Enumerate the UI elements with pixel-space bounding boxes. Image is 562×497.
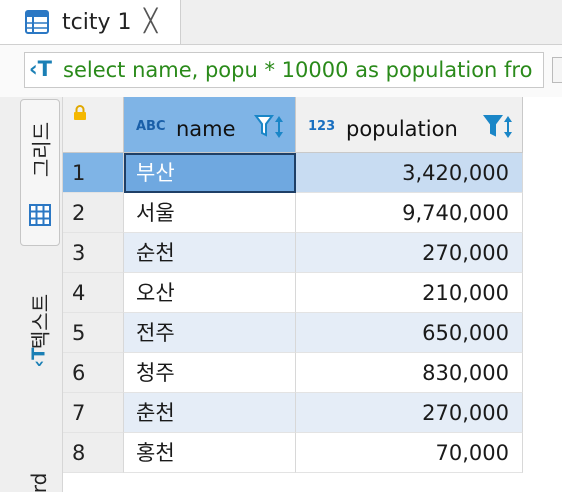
cell-population[interactable]: 270,000 [296, 233, 523, 273]
row-number[interactable]: 8 [63, 433, 124, 473]
row-number[interactable]: 3 [63, 233, 124, 273]
table-row[interactable]: 5 전주 650,000 [63, 313, 562, 353]
cell-population[interactable]: 9,740,000 [296, 193, 523, 233]
column-header-name[interactable]: ABC name [124, 97, 296, 153]
cell-population[interactable]: 650,000 [296, 313, 523, 353]
row-number-header[interactable] [63, 97, 124, 153]
editor-tab-bar: tcity 1 ╳ [0, 0, 562, 45]
tab-record[interactable]: rd [20, 457, 58, 497]
table-icon [25, 10, 49, 34]
result-view-switcher: 그리드 텍스트 ‹T rd [0, 97, 63, 493]
column-header-population[interactable]: 123 population [296, 97, 523, 153]
cell-name[interactable]: 청주 [124, 353, 296, 393]
tab-record-label: rd [27, 472, 51, 494]
cell-name[interactable]: 춘천 [124, 393, 296, 433]
grid-icon [29, 204, 51, 226]
cell-name[interactable]: 전주 [124, 313, 296, 353]
row-number[interactable]: 1 [63, 153, 124, 193]
column-title-population: population [346, 117, 458, 141]
query-text-field[interactable]: ‹T select name, popu * 10000 as populati… [24, 52, 544, 88]
close-icon[interactable]: ╳ [144, 9, 157, 35]
query-bar: ‹T select name, popu * 10000 as populati… [0, 45, 562, 98]
lock-icon [74, 105, 86, 120]
tab-grid[interactable]: 그리드 [20, 99, 60, 246]
row-number[interactable]: 2 [63, 193, 124, 233]
cell-name[interactable]: 홍천 [124, 433, 296, 473]
sql-text-icon: ‹T [29, 57, 52, 81]
expand-query-button[interactable] [552, 57, 562, 83]
table-row[interactable]: 1 부산 3,420,000 [63, 153, 562, 193]
filter-sort-icon[interactable] [254, 113, 286, 141]
filter-sort-icon[interactable] [483, 113, 515, 141]
table-row[interactable]: 7 춘천 270,000 [63, 393, 562, 433]
cell-name[interactable]: 순천 [124, 233, 296, 273]
table-row[interactable]: 8 홍천 70,000 [63, 433, 562, 473]
row-number[interactable]: 6 [63, 353, 124, 393]
tab-tcity[interactable]: tcity 1 ╳ [0, 0, 181, 44]
cell-population[interactable]: 3,420,000 [296, 153, 523, 193]
table-row[interactable]: 6 청주 830,000 [63, 353, 562, 393]
text-icon: ‹T [28, 347, 50, 368]
cell-population[interactable]: 830,000 [296, 353, 523, 393]
tab-text[interactable]: 텍스트 ‹T [20, 259, 58, 399]
row-number[interactable]: 4 [63, 273, 124, 313]
table-row[interactable]: 4 오산 210,000 [63, 273, 562, 313]
cell-name[interactable]: 서울 [124, 193, 296, 233]
row-number[interactable]: 7 [63, 393, 124, 433]
cell-name[interactable]: 부산 [124, 153, 296, 193]
string-type-icon: ABC [136, 119, 166, 134]
cell-name[interactable]: 오산 [124, 273, 296, 313]
results-grid: ABC name 123 population 1 부산 3,420,000 2… [63, 97, 562, 492]
query-text: select name, popu * 10000 as population … [63, 58, 533, 82]
row-number[interactable]: 5 [63, 313, 124, 353]
tab-text-label: 텍스트 [28, 293, 53, 350]
number-type-icon: 123 [308, 119, 336, 134]
cell-population[interactable]: 70,000 [296, 433, 523, 473]
table-row[interactable]: 3 순천 270,000 [63, 233, 562, 273]
column-title-name: name [176, 117, 236, 141]
tab-title: tcity 1 [62, 10, 132, 35]
table-row[interactable]: 2 서울 9,740,000 [63, 193, 562, 233]
cell-population[interactable]: 270,000 [296, 393, 523, 433]
tab-grid-label: 그리드 [29, 121, 54, 178]
cell-population[interactable]: 210,000 [296, 273, 523, 313]
